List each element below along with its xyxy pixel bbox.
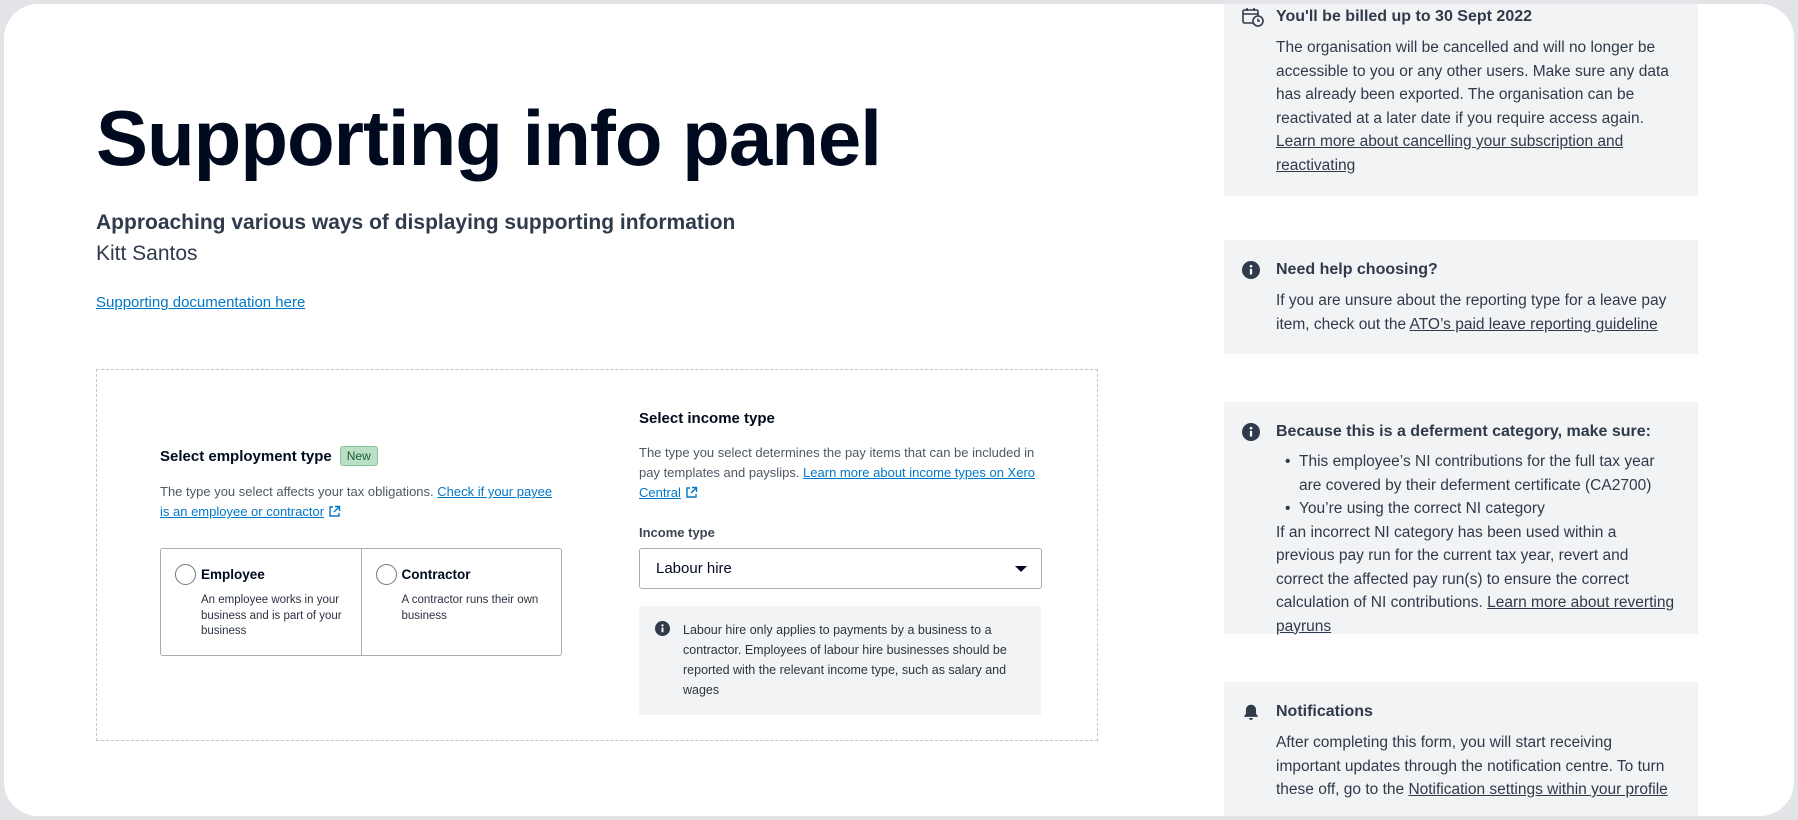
billing-panel-text: The organisation will be cancelled and w…	[1276, 39, 1669, 127]
deferment-title: Because this is a deferment category, ma…	[1276, 423, 1651, 440]
labour-hire-info-text: Labour hire only applies to payments by …	[683, 623, 1007, 697]
list-item: This employee’s NI contributions for the…	[1276, 450, 1678, 497]
cancelling-subscription-link[interactable]: Learn more about cancelling your subscri…	[1276, 133, 1623, 174]
billing-panel-title: You'll be billed up to 30 Sept 2022	[1276, 8, 1533, 25]
income-type-section: Select income type The type you select d…	[639, 410, 1042, 715]
employee-option-desc: An employee works in your business and i…	[201, 594, 342, 637]
notifications-body: After completing this form, you will sta…	[1276, 731, 1678, 802]
notifications-panel: Notifications After completing this form…	[1224, 682, 1698, 816]
billing-panel-body: The organisation will be cancelled and w…	[1276, 36, 1678, 177]
employment-help-text: The type you select affects your tax obl…	[160, 482, 564, 522]
income-help-text: The type you select determines the pay i…	[639, 443, 1042, 503]
info-icon	[655, 621, 670, 636]
info-icon	[1242, 261, 1260, 279]
employment-type-radio-group: Employee An employee works in your busin…	[160, 548, 562, 656]
employment-help-copy: The type you select affects your tax obl…	[160, 484, 438, 499]
labour-hire-info: Labour hire only applies to payments by …	[639, 606, 1041, 715]
employee-option[interactable]: Employee An employee works in your busin…	[161, 549, 361, 655]
bell-icon	[1244, 704, 1258, 720]
info-icon	[1242, 423, 1260, 441]
deferment-body: If an incorrect NI category has been use…	[1276, 521, 1678, 639]
list-item: You’re using the correct NI category	[1276, 497, 1678, 521]
income-type-label: Income type	[639, 525, 715, 540]
supporting-documentation-link[interactable]: Supporting documentation here	[96, 294, 305, 311]
notification-settings-link[interactable]: Notification settings within your profil…	[1408, 781, 1667, 798]
income-type-select[interactable]: Labour hire	[639, 548, 1042, 589]
contractor-option[interactable]: Contractor A contractor runs their own b…	[360, 549, 562, 655]
billing-panel: You'll be billed up to 30 Sept 2022 The …	[1224, 4, 1698, 196]
employee-radio[interactable]	[175, 564, 196, 585]
deferment-panel: Because this is a deferment category, ma…	[1224, 402, 1698, 635]
contractor-option-title: Contractor	[401, 567, 471, 582]
employment-type-heading: Select employment type New	[160, 446, 564, 466]
new-badge: New	[339, 446, 378, 466]
external-link-icon	[686, 486, 698, 498]
income-type-value: Labour hire	[656, 560, 732, 577]
caret-down-icon	[1015, 565, 1027, 572]
notifications-title: Notifications	[1276, 703, 1373, 720]
page-title: Supporting info panel	[96, 94, 882, 182]
app-frame: Supporting info panel Approaching variou…	[4, 4, 1794, 816]
employee-option-title: Employee	[201, 567, 265, 582]
help-choosing-title: Need help choosing?	[1276, 261, 1438, 278]
page-subtitle: Approaching various ways of displaying s…	[96, 211, 736, 234]
external-link-icon	[329, 505, 341, 517]
ato-guideline-link[interactable]: ATO’s paid leave reporting guideline	[1410, 316, 1658, 333]
calendar-clock-icon	[1242, 8, 1264, 27]
help-choosing-body: If you are unsure about the reporting ty…	[1276, 289, 1678, 336]
employment-type-heading-text: Select employment type	[160, 447, 332, 465]
deferment-checklist: This employee’s NI contributions for the…	[1276, 450, 1678, 521]
contractor-option-desc: A contractor runs their own business	[401, 594, 539, 622]
demo-area: Select employment type New The type you …	[96, 369, 1098, 741]
contractor-radio[interactable]	[375, 564, 397, 585]
help-choosing-panel: Need help choosing? If you are unsure ab…	[1224, 240, 1698, 354]
author-name: Kitt Santos	[96, 242, 198, 265]
income-type-heading: Select income type	[639, 410, 775, 427]
employment-type-section: Select employment type New The type you …	[160, 446, 564, 522]
